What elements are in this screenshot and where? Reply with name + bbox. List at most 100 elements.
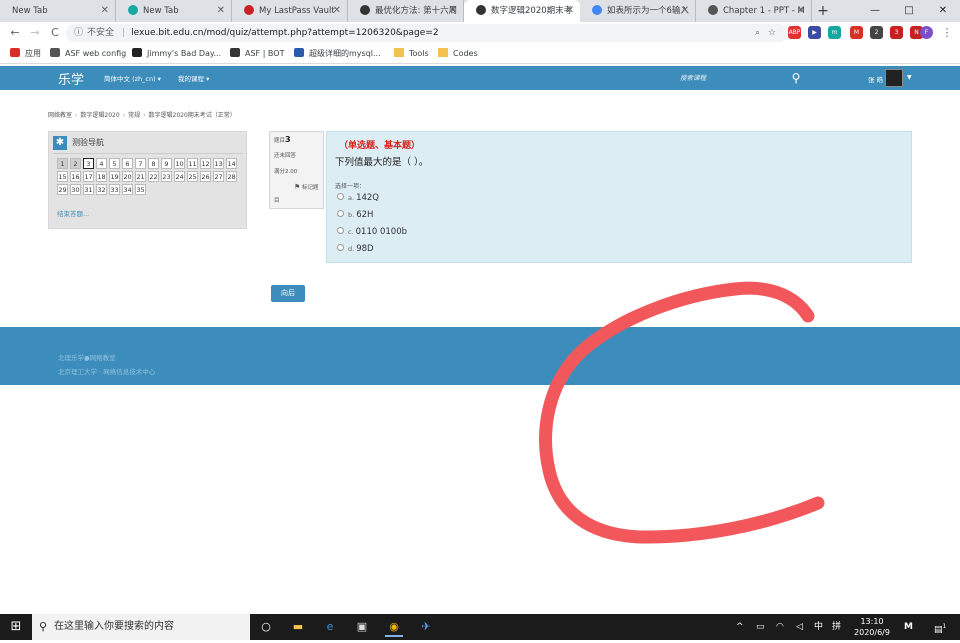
ext-icon[interactable]: 2 bbox=[870, 26, 883, 39]
question-nav-button[interactable]: 8 bbox=[148, 158, 159, 169]
question-nav-button[interactable]: 9 bbox=[161, 158, 172, 169]
finish-attempt-link[interactable]: 结束答题... bbox=[57, 208, 89, 218]
mi-icon[interactable]: M bbox=[904, 614, 913, 640]
question-nav-button[interactable]: 31 bbox=[83, 184, 94, 195]
taskbar-search-input[interactable]: ⚲ 在这里输入你要搜索的内容 bbox=[32, 614, 250, 640]
site-brand[interactable]: 乐学 bbox=[58, 69, 84, 88]
question-nav-button[interactable]: 3 bbox=[83, 158, 94, 169]
bookmark-item[interactable]: Codes bbox=[438, 44, 478, 64]
question-nav-button[interactable]: 21 bbox=[135, 171, 146, 182]
notification-icon[interactable]: ▤1 bbox=[934, 614, 946, 640]
chrome-menu-icon[interactable]: ⋮ bbox=[938, 22, 956, 44]
back-icon[interactable]: ← bbox=[6, 22, 24, 44]
bookmark-item[interactable]: ASF web config bbox=[50, 44, 126, 64]
avatar[interactable] bbox=[885, 69, 903, 87]
task-view-icon[interactable]: ○ bbox=[257, 617, 275, 637]
question-nav-button[interactable]: 15 bbox=[57, 171, 68, 182]
minimize-button[interactable]: — bbox=[858, 0, 892, 22]
ime-language[interactable]: 中 bbox=[814, 614, 823, 640]
windows-start-icon[interactable]: ⊞ bbox=[0, 614, 32, 640]
question-nav-button[interactable]: 22 bbox=[148, 171, 159, 182]
question-nav-button[interactable]: 16 bbox=[70, 171, 81, 182]
reload-icon[interactable]: C bbox=[46, 22, 64, 44]
taskbar-clock[interactable]: 13:10 2020/6/9 bbox=[848, 616, 896, 638]
tab-close-icon[interactable]: ✕ bbox=[681, 0, 689, 22]
question-nav-button[interactable]: 20 bbox=[122, 171, 133, 182]
question-nav-button[interactable]: 24 bbox=[174, 171, 185, 182]
bookmark-item[interactable]: ASF | BOT bbox=[230, 44, 284, 64]
bookmark-item[interactable]: Jimmy's Bad Day... bbox=[132, 44, 221, 64]
question-nav-button[interactable]: 12 bbox=[200, 158, 211, 169]
file-explorer-icon[interactable]: ▬ bbox=[289, 617, 307, 637]
tab-close-icon[interactable]: ✕ bbox=[333, 0, 341, 22]
radio-button[interactable] bbox=[337, 227, 344, 234]
course-search-input[interactable]: 搜索课程 bbox=[680, 66, 780, 90]
address-bar[interactable]: ⓘ 不安全 | lexue.bit.edu.cn/mod/quiz/attempt.p… bbox=[66, 24, 788, 42]
store-icon[interactable]: ▣ bbox=[353, 617, 371, 637]
forward-icon[interactable]: → bbox=[26, 22, 44, 44]
play-icon[interactable]: ▶ bbox=[808, 26, 821, 39]
question-nav-button[interactable]: 1 bbox=[57, 158, 68, 169]
volume-icon[interactable]: ◁ bbox=[796, 614, 803, 640]
breadcrumb-item[interactable]: 常规 bbox=[128, 112, 140, 119]
radio-button[interactable] bbox=[337, 210, 344, 217]
app-icon[interactable]: ✈ bbox=[417, 617, 435, 637]
browser-tab[interactable]: 最优化方法: 第十六周 ✕ bbox=[348, 0, 464, 22]
breadcrumb-item[interactable]: 数字逻辑2020期末考试（正常） bbox=[149, 112, 236, 119]
question-nav-button[interactable]: 5 bbox=[109, 158, 120, 169]
browser-tab[interactable]: Chapter 1 - PPT - M ✕ bbox=[696, 0, 812, 22]
profile-icon[interactable]: F bbox=[920, 26, 933, 39]
tray-overflow-icon[interactable]: ^ bbox=[736, 614, 744, 640]
question-nav-button[interactable]: 2 bbox=[70, 158, 81, 169]
question-nav-button[interactable]: 34 bbox=[122, 184, 133, 195]
question-nav-button[interactable]: 11 bbox=[187, 158, 198, 169]
network-icon[interactable]: ▭ bbox=[756, 614, 765, 640]
question-nav-button[interactable]: 30 bbox=[70, 184, 81, 195]
question-nav-button[interactable]: 6 bbox=[122, 158, 133, 169]
new-tab-button[interactable]: + bbox=[812, 0, 834, 22]
question-nav-button[interactable]: 23 bbox=[161, 171, 172, 182]
browser-tab[interactable]: New Tab ✕ bbox=[0, 0, 116, 22]
tab-close-icon[interactable]: ✕ bbox=[101, 0, 109, 22]
mtm-icon[interactable]: m bbox=[828, 26, 841, 39]
language-menu[interactable]: 简体中文 (zh_cn) ▾ bbox=[104, 73, 161, 83]
tab-close-icon[interactable]: ✕ bbox=[566, 0, 574, 22]
bookmark-star-icon[interactable]: ☆ bbox=[768, 24, 776, 42]
close-window-button[interactable]: ✕ bbox=[926, 0, 960, 22]
question-nav-button[interactable]: 27 bbox=[213, 171, 224, 182]
radio-button[interactable] bbox=[337, 244, 344, 251]
answer-option[interactable]: c. 0110 0100b bbox=[337, 227, 407, 237]
asterisk-icon[interactable]: ✱ bbox=[53, 136, 67, 150]
ime-mode[interactable]: 拼 bbox=[832, 614, 841, 640]
question-nav-button[interactable]: 10 bbox=[174, 158, 185, 169]
answer-option[interactable]: d. 98D bbox=[337, 244, 374, 254]
search-icon[interactable]: ⚲ bbox=[782, 66, 810, 90]
user-name[interactable]: 张 皓 bbox=[868, 74, 883, 84]
tab-close-icon[interactable]: ✕ bbox=[217, 0, 225, 22]
tab-close-icon[interactable]: ✕ bbox=[797, 0, 805, 22]
question-nav-button[interactable]: 29 bbox=[57, 184, 68, 195]
question-nav-button[interactable]: 33 bbox=[109, 184, 120, 195]
question-nav-button[interactable]: 14 bbox=[226, 158, 237, 169]
question-nav-button[interactable]: 32 bbox=[96, 184, 107, 195]
question-nav-button[interactable]: 28 bbox=[226, 171, 237, 182]
gmail-icon[interactable]: M bbox=[850, 26, 863, 39]
browser-tab[interactable]: My LastPass Vault ✕ bbox=[232, 0, 348, 22]
zoom-icon[interactable]: ⌕ bbox=[755, 24, 760, 42]
flag-question-toggle[interactable]: ⚑ 标记题 bbox=[294, 183, 319, 191]
question-nav-button[interactable]: 7 bbox=[135, 158, 146, 169]
question-nav-button[interactable]: 18 bbox=[96, 171, 107, 182]
breadcrumb-item[interactable]: 数字逻辑2020 bbox=[80, 112, 119, 119]
radio-button[interactable] bbox=[337, 193, 344, 200]
next-page-button[interactable]: 向后 bbox=[271, 285, 305, 302]
bookmark-item[interactable]: Tools bbox=[394, 44, 429, 64]
edge-icon[interactable]: e bbox=[321, 617, 339, 637]
breadcrumb-item[interactable]: 网络教室 bbox=[48, 112, 72, 119]
browser-tab[interactable]: 数字逻辑2020期末考 ✕ bbox=[464, 0, 580, 22]
question-nav-button[interactable]: 26 bbox=[200, 171, 211, 182]
my-courses-menu[interactable]: 我的课程 ▾ bbox=[178, 73, 209, 83]
answer-option[interactable]: a. 142Q bbox=[337, 193, 379, 203]
answer-option[interactable]: b. 62H bbox=[337, 210, 373, 220]
ext-red-icon[interactable]: 3 bbox=[890, 26, 903, 39]
question-nav-button[interactable]: 35 bbox=[135, 184, 146, 195]
